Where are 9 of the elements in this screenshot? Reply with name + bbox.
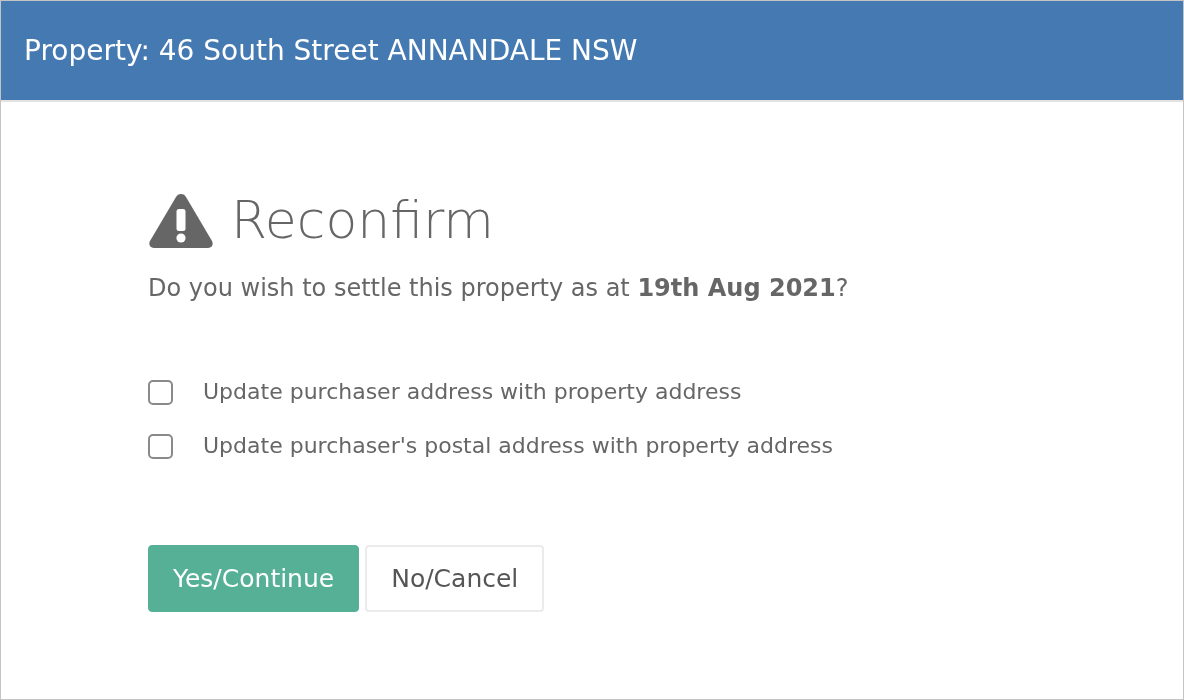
checkbox[interactable] [148, 379, 173, 405]
checkbox-label: Update purchaser address with property address [203, 378, 742, 406]
checkbox[interactable] [148, 433, 173, 459]
dialog-heading: Reconfirm [231, 189, 495, 252]
warning-icon [148, 192, 214, 248]
window-title: Property: 46 South Street ANNANDALE NSW [24, 36, 638, 65]
cancel-button[interactable]: No/Cancel [365, 545, 545, 612]
checkbox-label: Update purchaser's postal address with property address [203, 432, 833, 460]
confirmation-message: Do you wish to settle this property as at 19th Aug 2021? [148, 273, 849, 304]
